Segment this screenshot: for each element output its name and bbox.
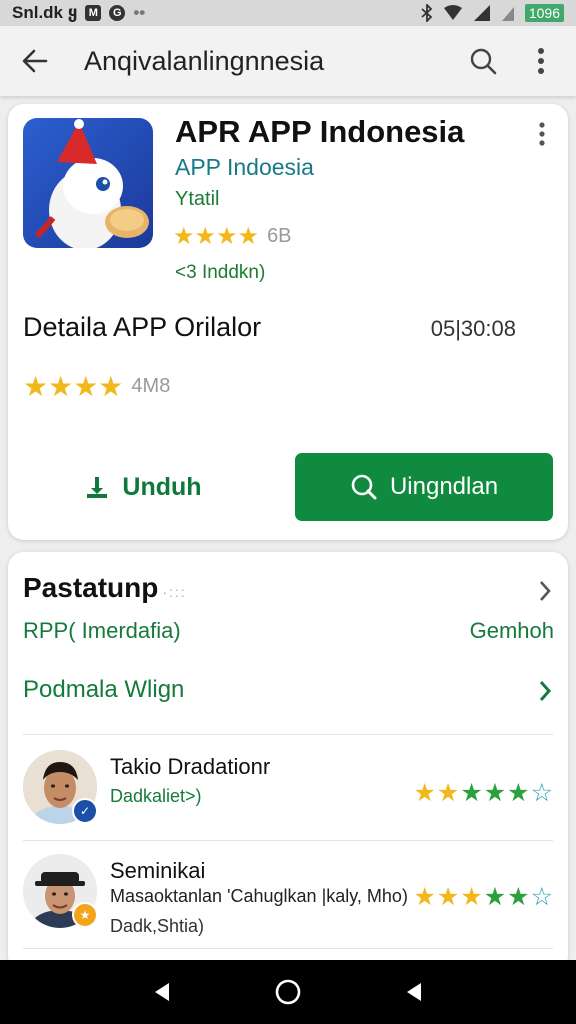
signal-icon-2: [501, 7, 514, 21]
card-menu-button[interactable]: [538, 122, 552, 148]
status-bar: Snl.dk ყ M G •• 1096: [0, 0, 576, 26]
download-icon: [87, 477, 108, 498]
status-left: Snl.dk ყ M G ••: [12, 3, 145, 23]
system-nav-bar: [0, 960, 576, 1024]
more-notifications-icon: ••: [133, 3, 146, 22]
stars-empty: ☆: [530, 883, 554, 911]
status-carrier-text: Snl.dk ყ: [12, 3, 78, 22]
wifi-icon: [443, 5, 462, 20]
app-notification-icon: G: [109, 5, 126, 21]
details-rating: ★★★★ 4M8: [23, 370, 170, 403]
app-title: APR APP Indonesia: [175, 114, 465, 149]
details-rating-value: 4M8: [131, 375, 171, 397]
primary-action-button[interactable]: Uingndlan: [295, 453, 553, 521]
stars-filled-yellow: ★★★: [413, 883, 484, 911]
promo-link[interactable]: Podmala Wlign: [23, 676, 184, 704]
back-button[interactable]: [18, 44, 52, 78]
rating-value: 6B: [267, 225, 292, 247]
download-label: Unduh: [122, 472, 202, 501]
star-badge-icon: ★: [72, 902, 98, 928]
section-title-text: Pastatunp: [23, 572, 159, 603]
reviewer-name: Takio Dradationr: [110, 754, 271, 779]
download-button[interactable]: Unduh: [28, 454, 258, 520]
verified-badge-icon: ✓: [72, 798, 98, 824]
primary-action-label: Uingndlan: [389, 473, 499, 500]
chevron-right-icon[interactable]: [538, 580, 552, 602]
rating-stars: ★★★★: [173, 223, 260, 250]
review-subtitle: Dadk,Shtia): [110, 916, 205, 936]
review-stars: ★★★★★☆: [414, 778, 555, 808]
app-info-card: APR APP Indonesia APP Indoesia Ytatil ★★…: [8, 104, 568, 540]
app-mascot-image: [34, 119, 149, 248]
stars-filled-green: ★★: [483, 883, 531, 911]
review-item[interactable]: ✓ Takio Dradationr Dadkaliet>) ★★★★★☆: [8, 750, 568, 846]
review-item[interactable]: ★ Seminikai Masaoktanlan 'Cahuglkan |kal…: [8, 854, 568, 950]
details-title: Detaila APP Orilalor: [23, 312, 262, 342]
divider: [23, 948, 553, 949]
back-nav-icon[interactable]: [151, 980, 173, 1004]
review-stars: ★★★★★☆: [414, 882, 555, 912]
reviews-card: Pastatunp ·::: RPP( Imerdafia) Gemhoh Pod…: [8, 552, 568, 972]
app-icon[interactable]: [23, 118, 153, 248]
section-link[interactable]: Gemhoh: [470, 618, 554, 644]
stars-empty: ☆: [530, 779, 554, 807]
search-button[interactable]: [466, 44, 500, 78]
stars-filled-green: ★★★: [460, 779, 531, 807]
arrow-left-icon: [22, 49, 48, 73]
more-vert-icon: [539, 122, 545, 146]
developer-link[interactable]: APP Indoesia: [175, 154, 314, 181]
status-right: 1096: [421, 4, 564, 22]
section-subtitle: RPP( Imerdafia): [23, 618, 181, 643]
section-title[interactable]: Pastatunp ·:::: [23, 572, 187, 604]
review-subtitle: Dadkaliet>): [110, 786, 202, 806]
search-icon: [351, 474, 377, 500]
install-count: <3 Inddkn): [175, 262, 266, 283]
reviewer-name: Seminikai: [110, 858, 206, 883]
more-vert-icon: [538, 48, 544, 74]
search-icon: [470, 48, 497, 75]
page-title: Anqivalanlingnnesia: [84, 45, 325, 76]
stars-filled-yellow: ★★: [413, 779, 461, 807]
bluetooth-icon: [421, 4, 433, 22]
divider: [23, 734, 553, 735]
chevron-right-icon[interactable]: [538, 680, 552, 702]
overflow-menu-button[interactable]: [524, 44, 558, 78]
app-bar: Anqivalanlingnnesia: [0, 26, 576, 96]
recents-nav-icon[interactable]: [403, 980, 425, 1004]
divider: [23, 840, 553, 841]
details-stars: ★★★★: [23, 371, 124, 402]
home-nav-icon[interactable]: [274, 978, 302, 1006]
app-category: Ytatil: [175, 188, 220, 210]
mail-notification-icon: M: [85, 5, 102, 21]
details-time: 05|30:08: [430, 316, 516, 341]
review-text: Masaoktanlan 'Cahuglkan |kaly, Mho): [110, 886, 408, 906]
section-title-dots: ·:::: [162, 584, 187, 600]
app-rating: ★★★★ 6B: [173, 222, 292, 251]
signal-icon: [473, 5, 490, 21]
battery-level: 1096: [524, 4, 564, 22]
